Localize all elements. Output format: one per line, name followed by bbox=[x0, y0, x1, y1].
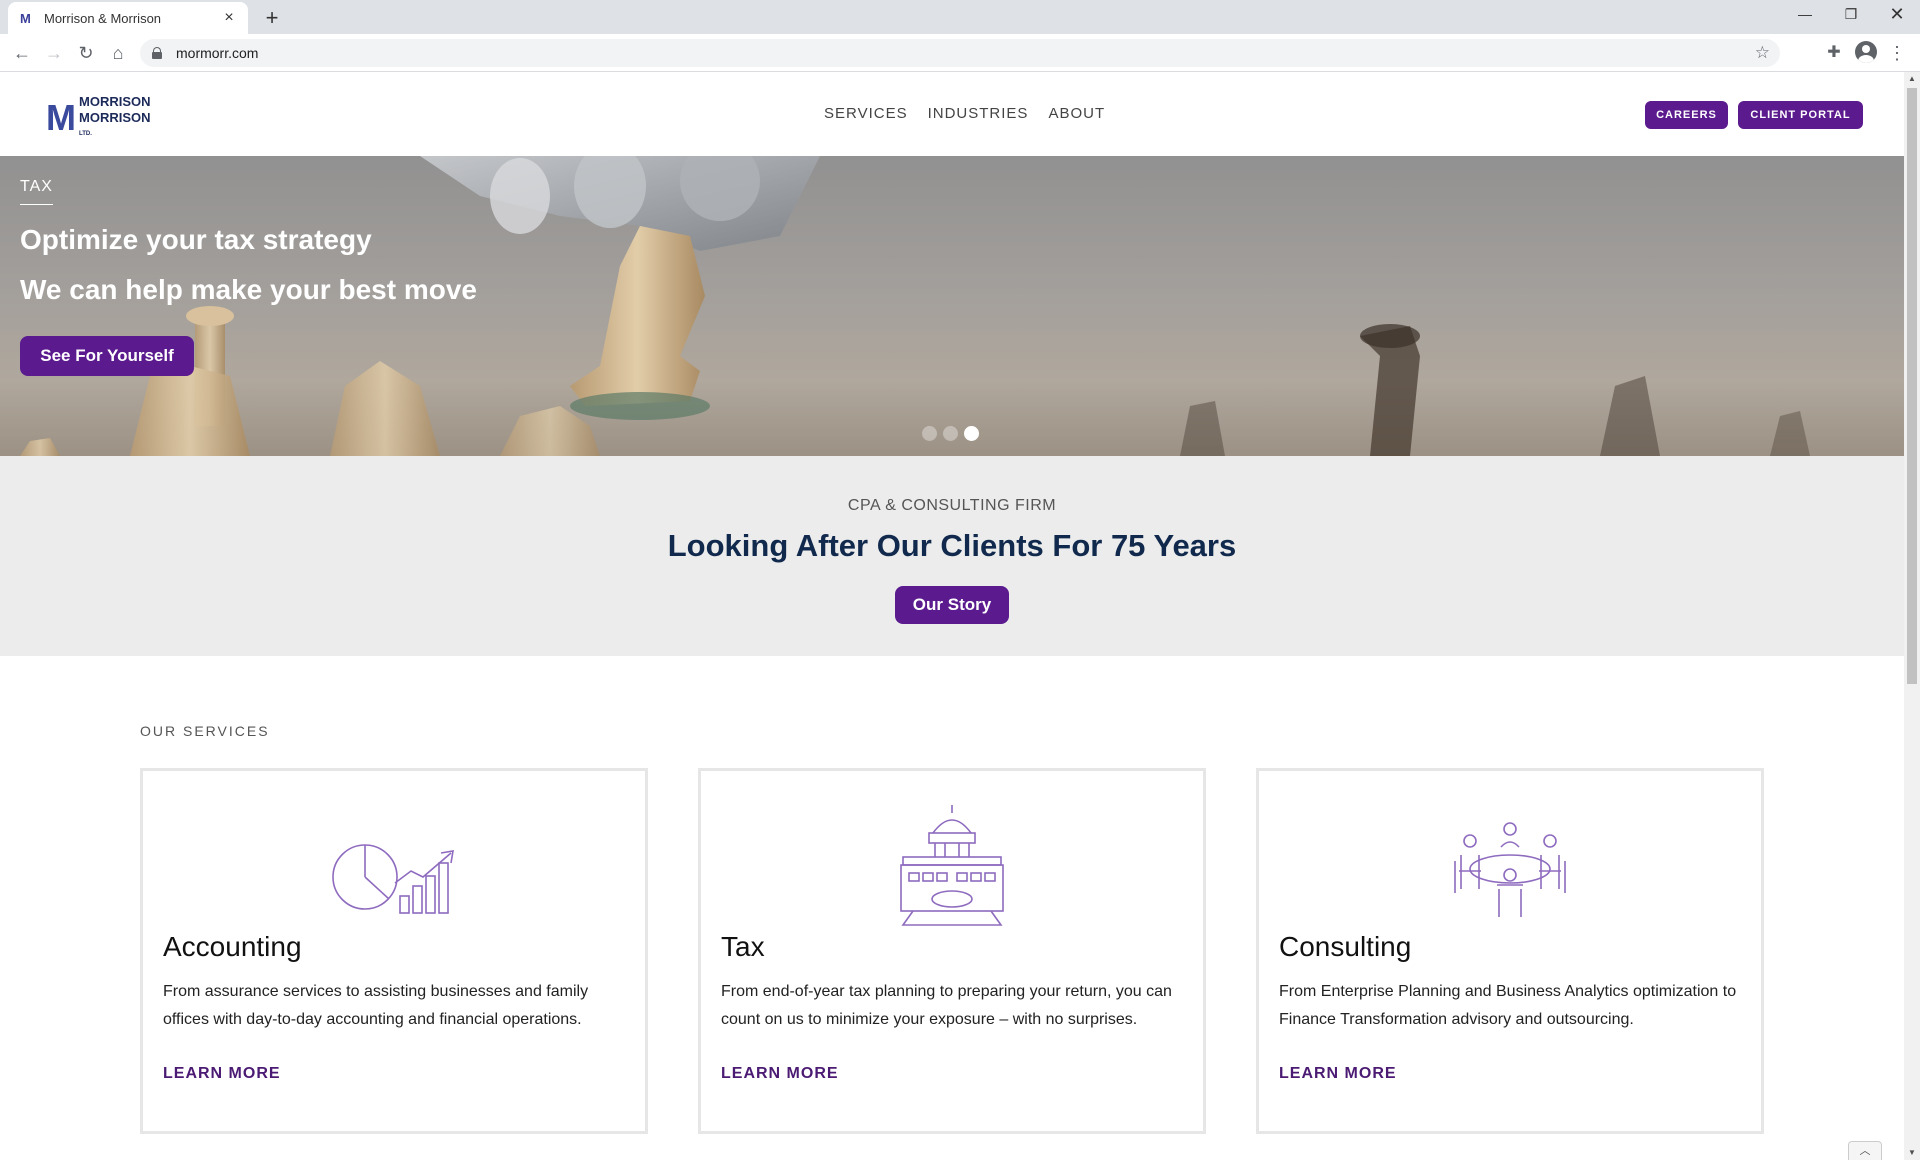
service-card-accounting: Accounting From assurance services to as… bbox=[140, 768, 648, 1134]
service-card-consulting: Consulting From Enterprise Planning and … bbox=[1256, 768, 1764, 1134]
hero-eyebrow: TAX bbox=[20, 178, 53, 205]
close-window-icon[interactable]: ✕ bbox=[1874, 0, 1920, 30]
address-bar[interactable]: mormorr.com ☆ bbox=[140, 39, 1780, 67]
lock-icon[interactable] bbox=[152, 47, 162, 59]
hero-headline: Optimize your tax strategy bbox=[20, 224, 372, 255]
learn-more-link[interactable]: LEARN MORE bbox=[721, 1065, 839, 1083]
reload-icon[interactable]: ↻ bbox=[72, 39, 100, 67]
carousel-dot-3[interactable] bbox=[964, 426, 979, 441]
back-to-top-button[interactable]: ︿ bbox=[1848, 1141, 1882, 1160]
url-text[interactable]: mormorr.com bbox=[176, 45, 1755, 61]
page-viewport: M MORRISON MORRISON LTD. SERVICES INDUSTR… bbox=[0, 72, 1904, 1160]
extensions-icon[interactable]: ✚ bbox=[1820, 39, 1848, 67]
site-header: M MORRISON MORRISON LTD. SERVICES INDUSTR… bbox=[0, 72, 1904, 156]
intro-title: Looking After Our Clients For 75 Years bbox=[667, 528, 1237, 563]
card-description: From assurance services to assisting bus… bbox=[163, 983, 589, 1028]
profile-avatar-icon[interactable] bbox=[1855, 41, 1877, 63]
scroll-up-arrow-icon[interactable]: ▲ bbox=[1904, 72, 1920, 86]
tab-close-icon[interactable]: × bbox=[220, 9, 238, 27]
logo-line-1: MORRISON bbox=[79, 94, 151, 109]
carousel-dot-2[interactable] bbox=[943, 426, 958, 441]
nav-about[interactable]: ABOUT bbox=[1048, 105, 1105, 122]
browser-tab[interactable]: M Morrison & Morrison × bbox=[8, 2, 248, 34]
card-description: From end-of-year tax planning to prepari… bbox=[721, 983, 1172, 1028]
service-card-tax: Tax From end-of-year tax planning to pre… bbox=[698, 768, 1206, 1134]
back-icon[interactable]: ← bbox=[8, 39, 36, 67]
services-section-label: OUR SERVICES bbox=[140, 723, 270, 739]
carousel-dots bbox=[922, 426, 979, 441]
logo-suffix: LTD. bbox=[79, 131, 92, 137]
logo-mark: M bbox=[46, 97, 76, 138]
minimize-icon[interactable]: — bbox=[1782, 0, 1828, 30]
hero-subheadline: We can help make your best move bbox=[20, 274, 477, 305]
card-title: Consulting bbox=[1279, 931, 1412, 962]
meeting-table-icon bbox=[1454, 822, 1566, 917]
learn-more-link[interactable]: LEARN MORE bbox=[163, 1065, 281, 1083]
page-scrollbar[interactable]: ▲ ▼ bbox=[1904, 72, 1920, 1160]
home-icon[interactable]: ⌂ bbox=[104, 39, 132, 67]
card-title: Accounting bbox=[163, 931, 302, 962]
scroll-down-arrow-icon[interactable]: ▼ bbox=[1904, 1146, 1920, 1160]
hero-carousel: TAX Optimize your tax strategy We can he… bbox=[0, 156, 1904, 456]
learn-more-link[interactable]: LEARN MORE bbox=[1279, 1065, 1397, 1083]
chart-growth-icon bbox=[332, 844, 454, 914]
new-tab-button[interactable]: + bbox=[258, 4, 286, 32]
careers-button[interactable]: CAREERS bbox=[1645, 101, 1728, 129]
tab-title: Morrison & Morrison bbox=[44, 10, 162, 26]
bookmark-star-icon[interactable]: ☆ bbox=[1755, 43, 1770, 63]
capitol-building-icon bbox=[900, 805, 1004, 926]
card-description: From Enterprise Planning and Business An… bbox=[1279, 983, 1737, 1028]
intro-eyebrow: CPA & CONSULTING FIRM bbox=[847, 497, 1057, 514]
carousel-dot-1[interactable] bbox=[922, 426, 937, 441]
chess-background-image bbox=[0, 156, 1904, 456]
client-portal-button[interactable]: CLIENT PORTAL bbox=[1738, 101, 1863, 129]
restore-icon[interactable]: ❐ bbox=[1828, 0, 1874, 30]
logo-line-2: MORRISON LTD. bbox=[79, 110, 151, 142]
favicon-icon: M bbox=[20, 10, 31, 26]
main-nav: SERVICES INDUSTRIES ABOUT bbox=[824, 105, 1105, 122]
scroll-thumb[interactable] bbox=[1907, 88, 1917, 684]
browser-tabstrip: M Morrison & Morrison × + — ❐ ✕ bbox=[0, 0, 1920, 34]
browser-toolbar: ← → ↻ ⌂ mormorr.com ☆ ✚ ⋮ bbox=[0, 34, 1920, 72]
card-title: Tax bbox=[721, 931, 765, 962]
company-logo[interactable]: M MORRISON MORRISON LTD. bbox=[46, 94, 151, 142]
intro-band: CPA & CONSULTING FIRM Looking After Our … bbox=[0, 456, 1904, 656]
see-for-yourself-button[interactable]: See For Yourself bbox=[20, 336, 194, 376]
logo-wordmark: MORRISON MORRISON LTD. bbox=[79, 94, 151, 142]
nav-services[interactable]: SERVICES bbox=[824, 105, 908, 122]
menu-icon[interactable]: ⋮ bbox=[1883, 39, 1911, 67]
nav-industries[interactable]: INDUSTRIES bbox=[928, 105, 1029, 122]
forward-icon[interactable]: → bbox=[40, 39, 68, 67]
our-story-button[interactable]: Our Story bbox=[895, 586, 1009, 624]
